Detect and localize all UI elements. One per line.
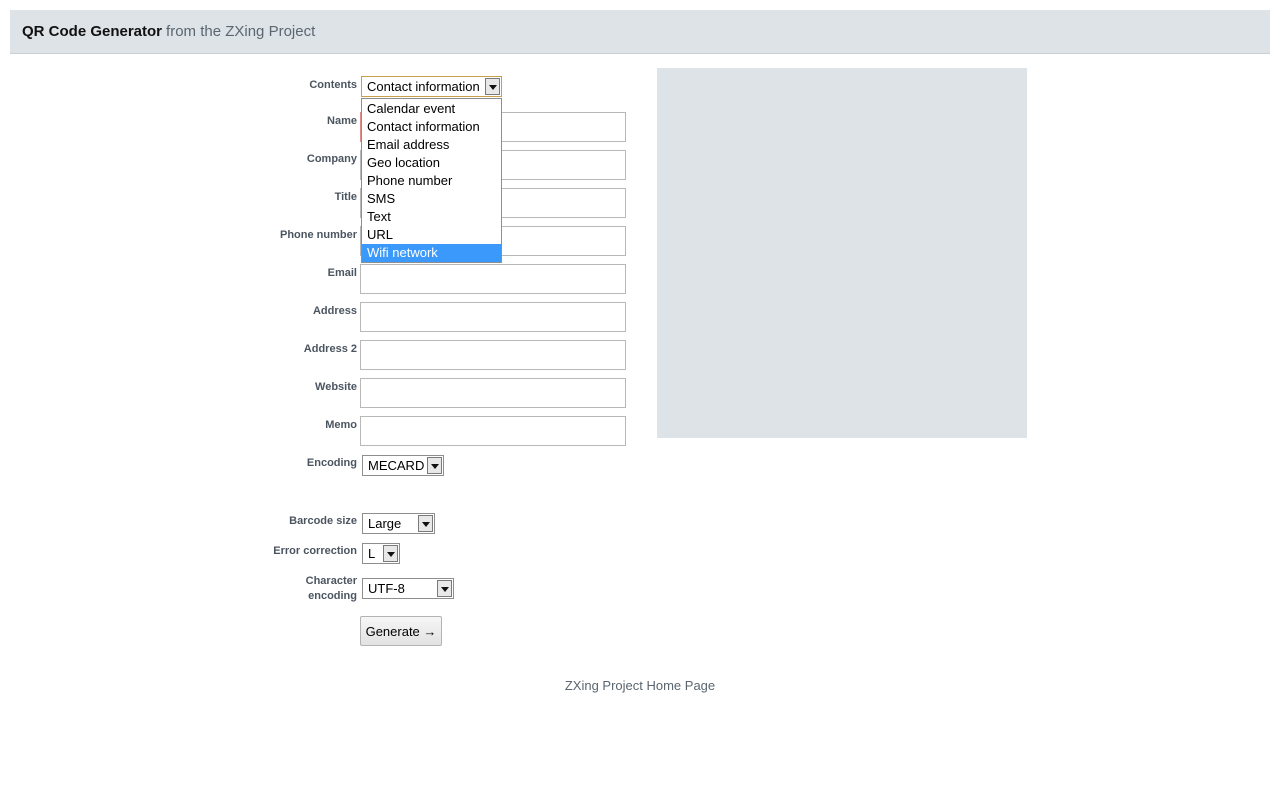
dropdown-option-phone-number[interactable]: Phone number	[362, 172, 501, 190]
contents-label: Contents	[309, 79, 357, 91]
character-encoding-label-line1: Character	[305, 575, 357, 587]
app-title: QR Code Generator	[22, 23, 163, 40]
character-encoding-label: Character encoding	[217, 574, 357, 604]
address2-label: Address 2	[303, 343, 357, 355]
encoding-select-value: MECARD	[368, 458, 425, 473]
address-label: Address	[312, 305, 357, 317]
chevron-down-icon[interactable]	[427, 457, 442, 474]
memo-input[interactable]	[360, 416, 626, 446]
error-correction-label: Error correction	[273, 545, 357, 557]
title-label: Title	[334, 191, 357, 203]
encoding-label: Encoding	[306, 457, 357, 469]
dropdown-option-wifi-network[interactable]: Wifi network	[362, 244, 501, 262]
contents-dropdown[interactable]: Calendar event Contact information Email…	[361, 98, 502, 263]
generate-button[interactable]: Generate →	[360, 616, 442, 646]
error-correction-select[interactable]: L	[362, 543, 400, 564]
character-encoding-label-line2: encoding	[308, 590, 357, 602]
email-label: Email	[327, 267, 357, 279]
dropdown-option-calendar-event[interactable]: Calendar event	[362, 100, 501, 118]
footer-home-link-container: ZXing Project Home Page	[0, 678, 1280, 693]
qr-code-preview	[657, 68, 1027, 438]
barcode-size-label: Barcode size	[289, 515, 357, 527]
encoding-select[interactable]: MECARD	[362, 455, 444, 476]
error-correction-select-value: L	[368, 546, 376, 561]
dropdown-option-sms[interactable]: SMS	[362, 190, 501, 208]
barcode-size-select-value: Large	[368, 516, 402, 531]
dropdown-option-url[interactable]: URL	[362, 226, 501, 244]
company-label: Company	[306, 153, 357, 165]
zxing-home-link[interactable]: ZXing Project Home Page	[565, 678, 715, 693]
website-input[interactable]	[360, 378, 626, 408]
chevron-down-icon[interactable]	[485, 78, 500, 95]
chevron-down-icon[interactable]	[437, 580, 452, 597]
dropdown-option-contact-information[interactable]: Contact information	[362, 118, 501, 136]
chevron-down-icon[interactable]	[418, 515, 433, 532]
chevron-down-icon[interactable]	[383, 545, 398, 562]
page-header: QR Code Generator from the ZXing Project	[10, 10, 1270, 54]
app-subtitle: from the ZXing Project	[166, 23, 316, 40]
page-title: QR Code Generator from the ZXing Project	[22, 23, 315, 40]
address2-input[interactable]	[360, 340, 626, 370]
phone-number-label: Phone number	[279, 229, 357, 241]
character-encoding-select-value: UTF-8	[368, 581, 405, 596]
contents-select-value: Contact information	[367, 79, 480, 94]
character-encoding-select[interactable]: UTF-8	[362, 578, 454, 599]
dropdown-option-text[interactable]: Text	[362, 208, 501, 226]
memo-label: Memo	[325, 419, 357, 431]
website-label: Website	[315, 381, 357, 393]
dropdown-option-geo-location[interactable]: Geo location	[362, 154, 501, 172]
barcode-size-select[interactable]: Large	[362, 513, 435, 534]
dropdown-option-email-address[interactable]: Email address	[362, 136, 501, 154]
contents-select[interactable]: Contact information	[361, 76, 502, 97]
name-label: Name	[327, 115, 357, 127]
address-input[interactable]	[360, 302, 626, 332]
email-input[interactable]	[360, 264, 626, 294]
